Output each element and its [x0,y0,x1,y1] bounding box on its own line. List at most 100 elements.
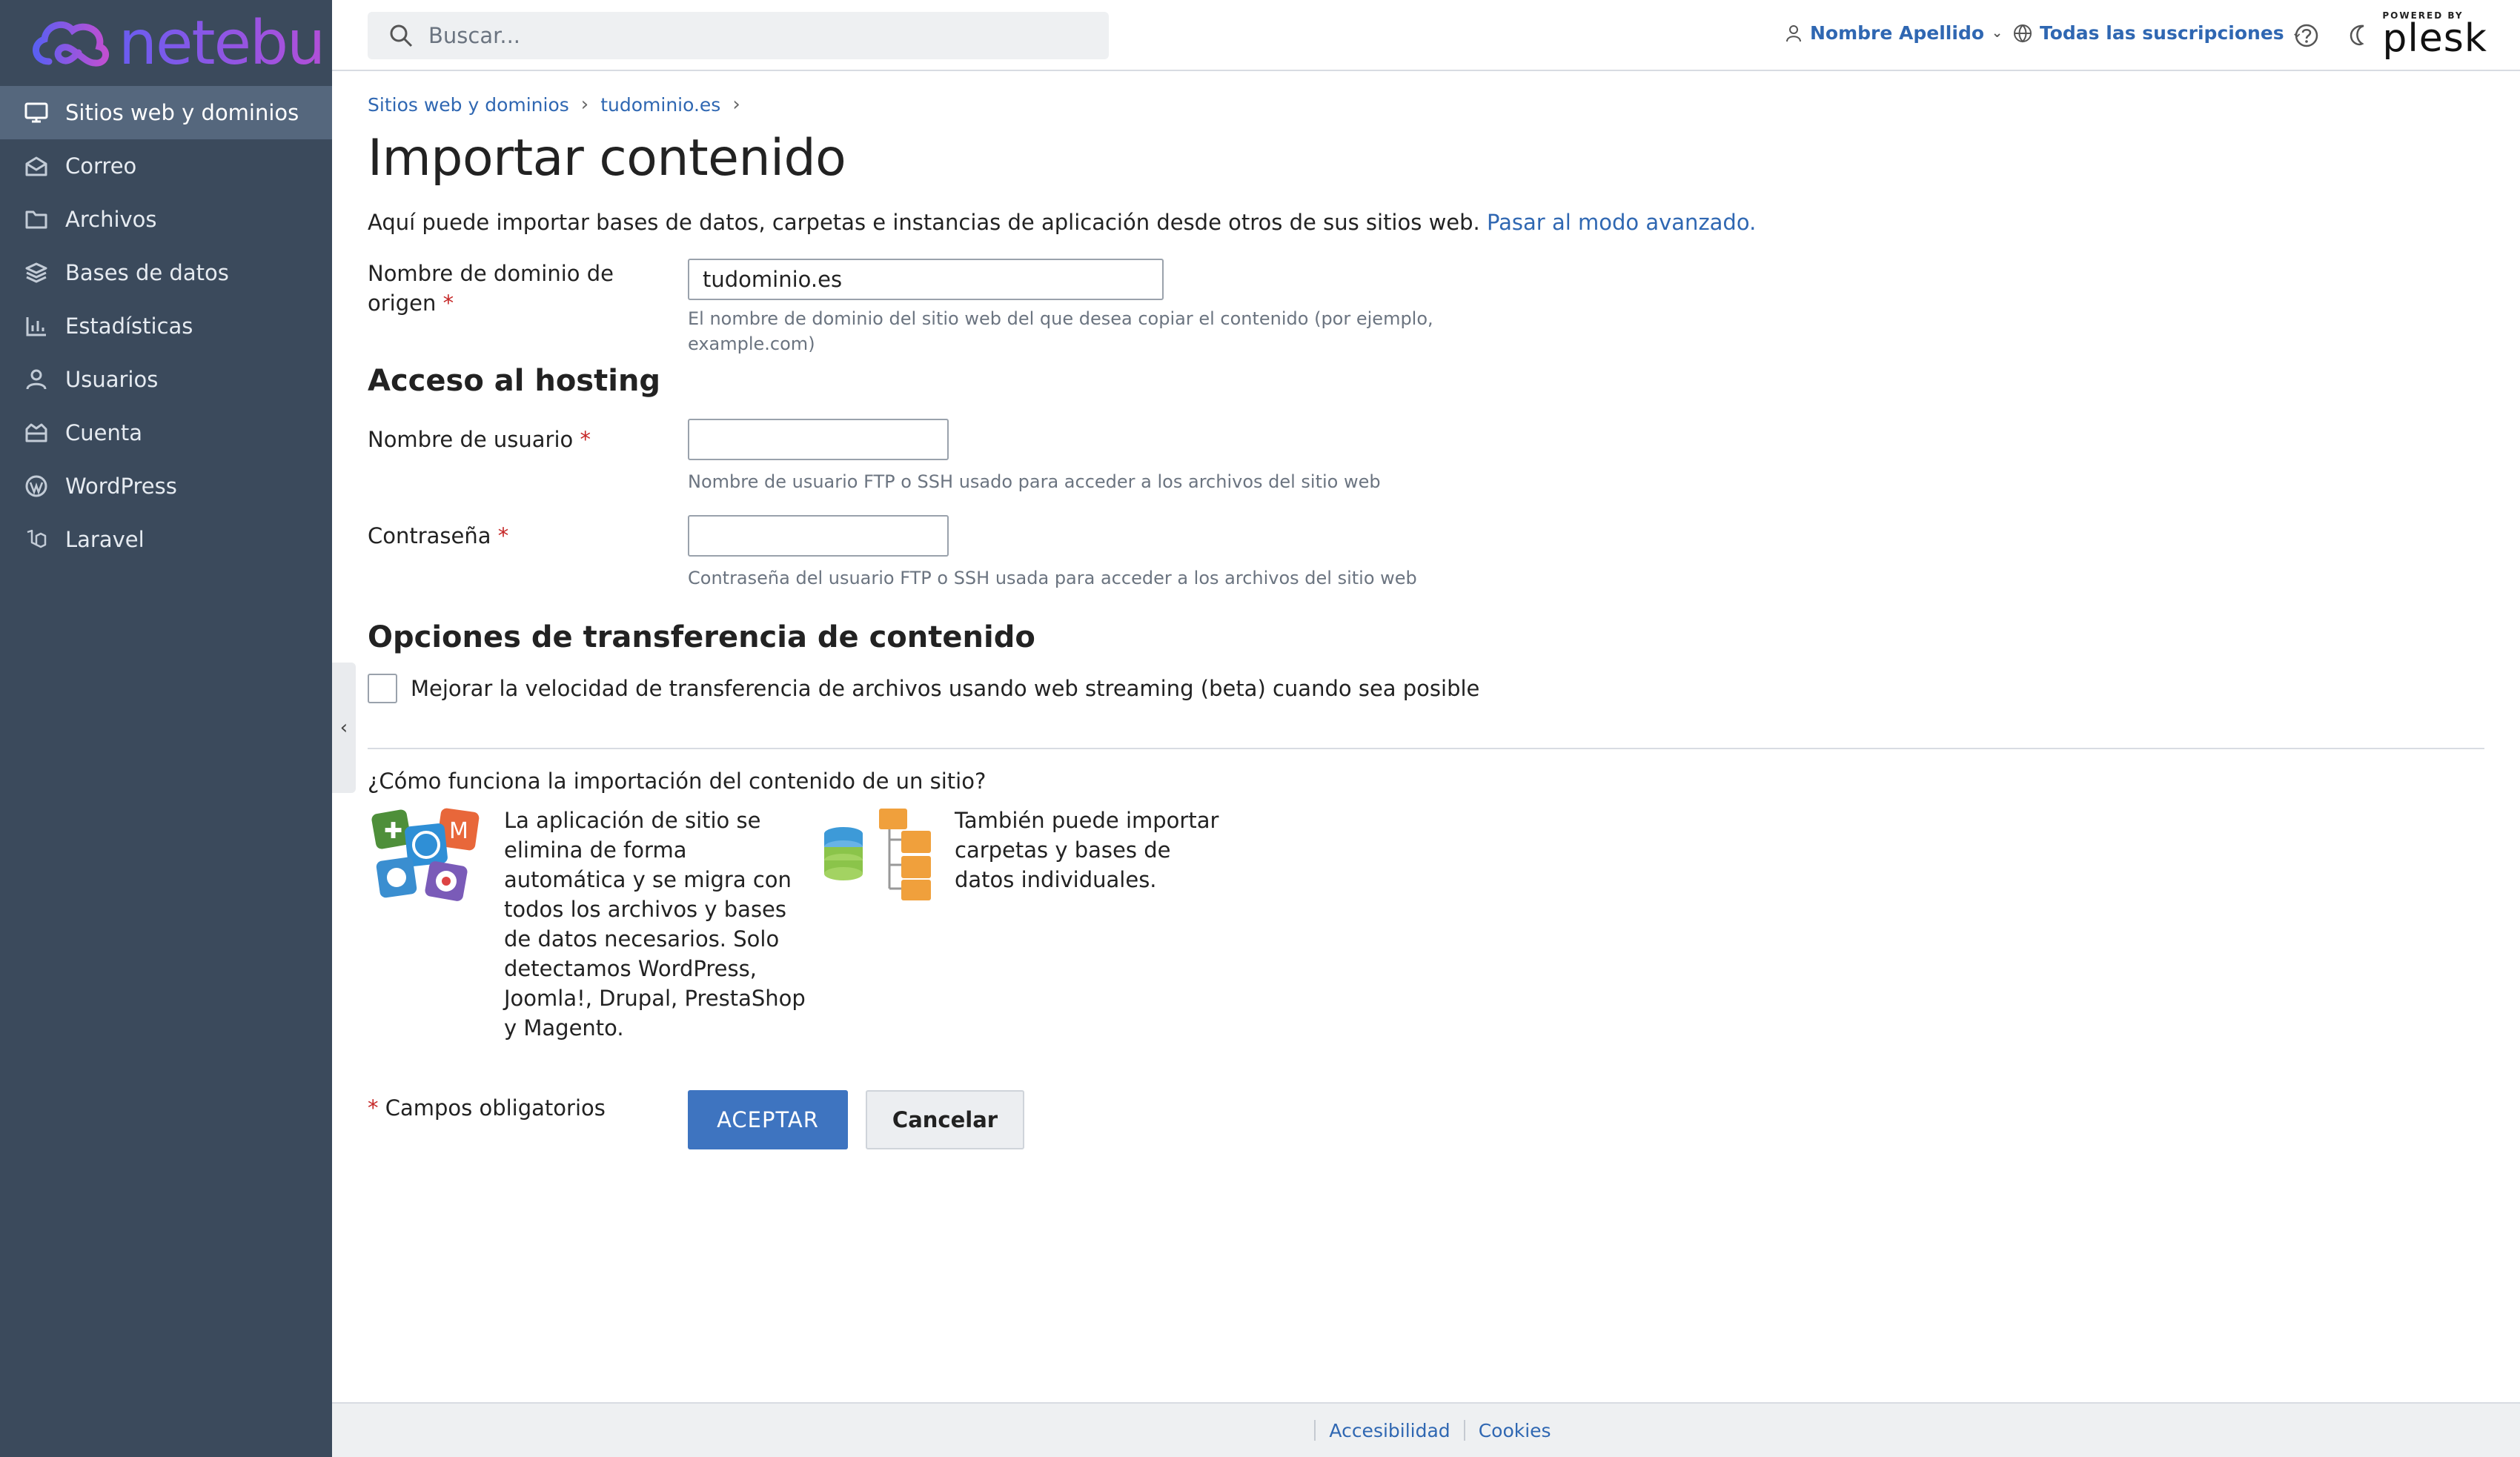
sidebar: netebu Sitios web y dominios Correo Arch… [0,0,332,1457]
cms-apps-icon: ✚ M [371,808,480,901]
intro-text: Aquí puede importar bases de datos, carp… [368,210,2484,235]
user-icon [24,367,49,392]
cloud-logo-icon [33,21,109,67]
databases-folders-icon [824,809,931,900]
chevron-right-icon: › [580,93,589,116]
brand-logo[interactable]: netebu [0,0,332,86]
footer-separator [1463,1420,1465,1441]
search-bar[interactable] [368,12,1109,59]
sidebar-item-mail[interactable]: Correo [0,139,332,193]
sidebar-item-databases[interactable]: Bases de datos [0,246,332,299]
database-icon [24,260,49,285]
footer: Accesibilidad Cookies [332,1402,2520,1457]
password-input[interactable] [688,515,949,557]
username-input[interactable] [688,419,949,460]
chevron-right-icon: › [732,93,740,116]
advanced-mode-link[interactable]: Pasar al modo avanzado. [1487,210,1756,235]
source-domain-row: Nombre de dominio de origen * El nombre … [368,259,2484,356]
footer-separator [1314,1420,1316,1441]
sidebar-collapse-toggle[interactable]: ‹ [332,663,356,793]
required-note: * Campos obligatorios [368,1090,688,1149]
breadcrumb-item-domain[interactable]: tudominio.es [600,94,720,116]
wordpress-icon [24,474,49,499]
required-mark: * [497,523,509,548]
source-domain-hint-line2: example.com) [688,333,815,354]
breadcrumb: Sitios web y dominios › tudominio.es › [368,93,2484,116]
sidebar-item-label: Estadísticas [65,313,193,339]
cancel-button[interactable]: Cancelar [866,1090,1024,1149]
streaming-checkbox[interactable] [368,674,397,703]
sidebar-item-files[interactable]: Archivos [0,193,332,246]
sidebar-item-websites[interactable]: Sitios web y dominios [0,86,332,139]
folder-icon [24,207,49,232]
search-input[interactable] [428,23,1081,48]
sidebar-item-account[interactable]: Cuenta [0,406,332,459]
svg-text:M: M [449,818,468,844]
username-label-text: Nombre de usuario [368,427,574,452]
sidebar-item-label: Bases de datos [65,260,229,285]
required-mark: * [580,427,591,452]
plesk-wordmark: plesk [2382,16,2487,61]
howto-files-item: También puede importar carpetas y bases … [818,806,1269,1043]
howto-title: ¿Cómo funciona la importación del conten… [368,769,987,794]
accept-button[interactable]: ACEPTAR [688,1090,848,1149]
source-domain-input[interactable] [688,259,1164,300]
user-name: Nombre Apellido [1810,22,1985,44]
sidebar-item-laravel[interactable]: Laravel [0,513,332,566]
breadcrumb-item-websites[interactable]: Sitios web y dominios [368,94,569,116]
sidebar-item-label: Laravel [65,527,145,552]
howto-app-item: ✚ M La aplicación de sitio se elimina de… [368,806,818,1043]
username-hint: Nombre de usuario FTP o SSH usado para a… [688,471,1381,492]
form-actions-row: * Campos obligatorios ACEPTAR Cancelar [368,1090,2484,1149]
source-domain-label-line1: Nombre de dominio de [368,261,614,286]
laravel-icon [24,527,49,552]
required-mark: * [368,1095,379,1121]
cookies-link[interactable]: Cookies [1479,1420,1551,1441]
sidebar-item-wordpress[interactable]: WordPress [0,459,332,513]
password-hint: Contraseña del usuario FTP o SSH usada p… [688,568,1417,588]
search-icon [390,24,413,47]
bar-chart-icon [24,313,49,339]
user-icon [1786,24,1801,42]
password-row: Contraseña * Contraseña del usuario FTP … [368,515,2484,591]
source-domain-hint: El nombre de dominio del sitio web del q… [688,306,2484,356]
intro-description: Aquí puede importar bases de datos, carp… [368,210,1480,235]
main-content: Sitios web y dominios › tudominio.es › I… [368,71,2484,1149]
account-icon [24,420,49,445]
howto-app-text: La aplicación de sitio se elimina de for… [504,808,806,1041]
sidebar-item-statistics[interactable]: Estadísticas [0,299,332,353]
section-divider [368,748,2484,749]
password-label: Contraseña * [368,515,688,591]
username-label: Nombre de usuario * [368,419,688,494]
streaming-option[interactable]: Mejorar la velocidad de transferencia de… [368,674,2484,703]
monitor-icon [24,100,49,125]
username-row: Nombre de usuario * Nombre de usuario FT… [368,419,2484,494]
plesk-logo: POWERED BY plesk [2382,10,2487,61]
subscriptions-label: Todas las suscripciones [2040,22,2284,44]
hosting-access-heading: Acceso al hosting [368,364,661,398]
password-label-text: Contraseña [368,523,491,548]
sidebar-item-label: WordPress [65,474,177,499]
accessibility-link[interactable]: Accesibilidad [1329,1420,1450,1441]
svg-text:✚: ✚ [384,818,402,844]
howto-section: ✚ M La aplicación de sitio se elimina de… [368,806,2484,1043]
help-icon[interactable] [2292,21,2321,50]
transfer-options-heading: Opciones de transferencia de contenido [368,620,1035,654]
source-domain-hint-line1: El nombre de dominio del sitio web del q… [688,308,1433,329]
required-mark: * [442,291,454,316]
chevron-down-icon: ⌄ [1992,25,2003,41]
sidebar-item-label: Sitios web y dominios [65,100,299,125]
required-note-text: Campos obligatorios [385,1095,606,1121]
brand-name: netebu [119,7,325,79]
howto-files-text: También puede importar carpetas y bases … [955,808,1219,892]
chevron-left-icon: ‹ [339,717,348,739]
top-header: Nombre Apellido ⌄ Todas las suscripcione… [332,0,2520,71]
source-domain-label: Nombre de dominio de origen * [368,259,688,356]
dark-mode-moon-icon[interactable] [2345,21,2375,50]
globe-icon [2014,24,2032,42]
user-menu[interactable]: Nombre Apellido ⌄ [1785,22,2003,44]
sidebar-item-users[interactable]: Usuarios [0,353,332,406]
subscriptions-menu[interactable]: Todas las suscripciones ⌄ [2013,22,2303,44]
page-title: Importar contenido [368,129,846,187]
mail-icon [24,153,49,179]
